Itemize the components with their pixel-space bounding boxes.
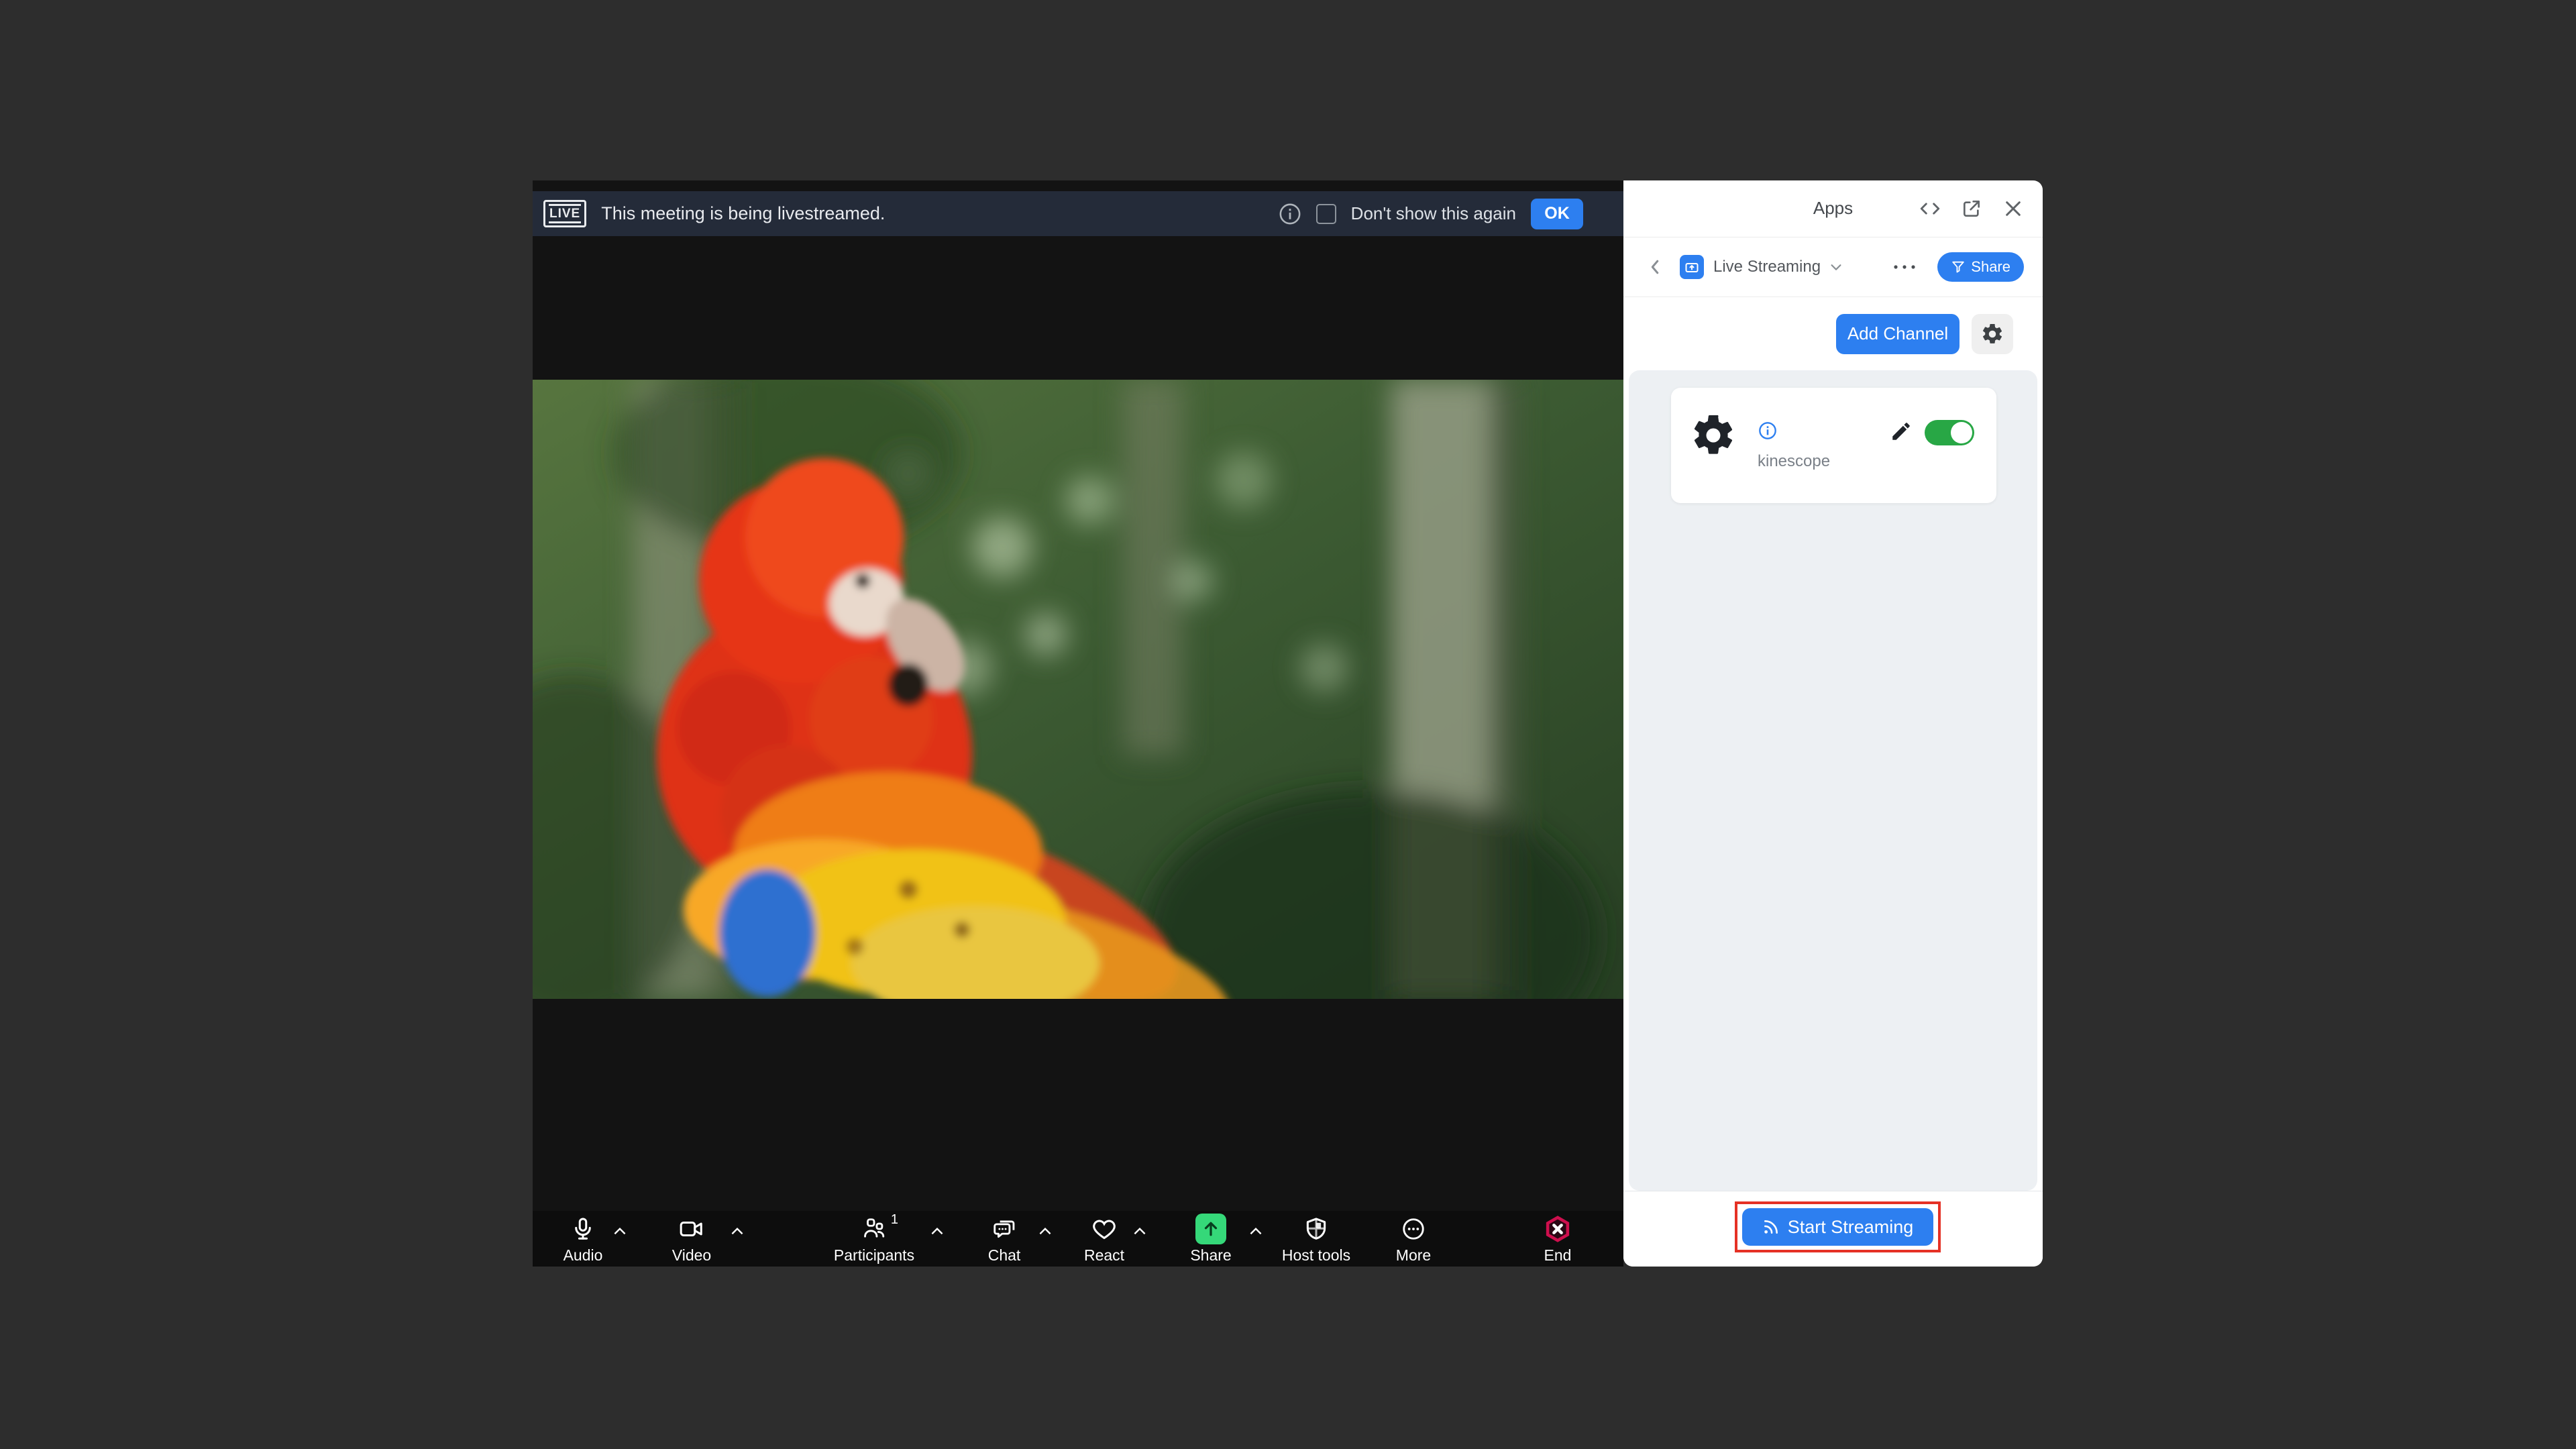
start-streaming-button[interactable]: Start Streaming <box>1742 1208 1933 1246</box>
channel-gear-icon <box>1689 411 1737 460</box>
apps-panel: Apps <box>1623 180 2043 1267</box>
add-channel-button[interactable]: Add Channel <box>1836 314 1960 354</box>
chat-menu-chevron[interactable] <box>1036 1226 1054 1238</box>
share-screen-green-icon <box>1195 1215 1226 1243</box>
share-button[interactable]: Share <box>1164 1215 1258 1265</box>
audio-menu-chevron[interactable] <box>611 1226 629 1238</box>
meeting-video-feed <box>533 380 1623 999</box>
gear-icon <box>1980 322 2004 346</box>
host-tools-button[interactable]: Host tools <box>1269 1215 1363 1265</box>
meeting-toolbar: Audio Video 1 Participants <box>533 1211 1623 1267</box>
back-chevron-icon[interactable] <box>1646 257 1664 277</box>
shield-icon <box>1303 1215 1329 1243</box>
participants-count: 1 <box>891 1212 898 1228</box>
channel-actions-row: Add Channel <box>1623 297 2043 370</box>
audio-button[interactable]: Audio <box>536 1215 630 1265</box>
livestream-message: This meeting is being livestreamed. <box>601 203 885 224</box>
apps-panel-header: Apps <box>1623 180 2043 237</box>
dont-show-checkbox[interactable] <box>1316 204 1336 224</box>
channel-info-icon[interactable] <box>1758 421 1777 440</box>
info-icon[interactable] <box>1279 203 1301 225</box>
react-menu-chevron[interactable] <box>1131 1226 1148 1238</box>
meeting-window: LIVE This meeting is being livestreamed.… <box>533 180 1623 1267</box>
open-external-icon[interactable] <box>1958 195 1985 222</box>
apps-panel-footer: Start Streaming <box>1623 1191 2043 1267</box>
participants-icon: 1 <box>861 1215 888 1243</box>
channel-card-kinescope[interactable]: kinescope <box>1671 388 1996 503</box>
edit-pencil-icon[interactable] <box>1890 420 1913 443</box>
live-streaming-app-icon <box>1680 255 1704 279</box>
video-menu-chevron[interactable] <box>729 1226 746 1238</box>
microphone-icon <box>570 1215 596 1243</box>
ok-button[interactable]: OK <box>1531 199 1583 229</box>
participants-button[interactable]: 1 Participants <box>827 1215 921 1265</box>
app-share-label: Share <box>1971 258 2010 276</box>
channel-name: kinescope <box>1758 452 1830 471</box>
macaw-video-image <box>533 380 1623 999</box>
ellipsis-circle-icon <box>1401 1215 1426 1243</box>
heart-icon <box>1091 1215 1118 1243</box>
participants-menu-chevron[interactable] <box>928 1226 946 1238</box>
app-name-label[interactable]: Live Streaming <box>1713 258 1821 276</box>
channel-enabled-toggle[interactable] <box>1925 420 1974 445</box>
close-icon[interactable] <box>2000 195 2027 222</box>
dont-show-label[interactable]: Don't show this again <box>1351 203 1516 224</box>
app-share-button[interactable]: Share <box>1937 252 2024 282</box>
chat-bubbles-icon <box>991 1215 1018 1243</box>
share-menu-chevron[interactable] <box>1247 1226 1265 1238</box>
live-streaming-app-bar: Live Streaming Share <box>1623 237 2043 297</box>
more-options-icon[interactable] <box>1892 263 1917 271</box>
livestream-banner: LIVE This meeting is being livestreamed.… <box>533 191 1623 236</box>
end-button[interactable]: End <box>1511 1215 1605 1265</box>
app-dropdown-caret-icon[interactable] <box>1829 262 1843 272</box>
code-icon[interactable] <box>1917 195 1943 222</box>
settings-button[interactable] <box>1972 314 2013 354</box>
end-call-hexagon-icon <box>1544 1215 1572 1243</box>
video-button[interactable]: Video <box>645 1215 739 1265</box>
react-button[interactable]: React <box>1057 1215 1151 1265</box>
video-camera-icon <box>678 1215 705 1243</box>
funnel-share-icon <box>1951 260 1966 274</box>
annotation-highlight-box: Start Streaming <box>1735 1201 1941 1252</box>
broadcast-rss-icon <box>1762 1218 1780 1236</box>
start-streaming-label: Start Streaming <box>1788 1217 1914 1238</box>
more-button[interactable]: More <box>1366 1215 1460 1265</box>
live-badge: LIVE <box>543 200 586 227</box>
channel-list: kinescope <box>1629 370 2037 1191</box>
chat-button[interactable]: Chat <box>957 1215 1051 1265</box>
